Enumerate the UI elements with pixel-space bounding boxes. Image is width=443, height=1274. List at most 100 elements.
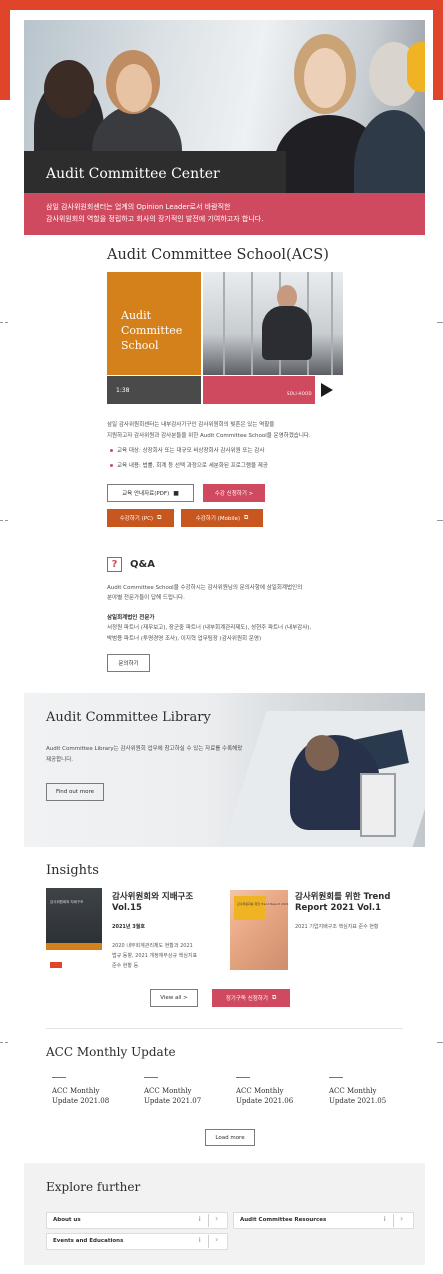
acc-item-line: Update 2021.08	[52, 1097, 110, 1105]
chevron-right-icon[interactable]: ›	[400, 1214, 403, 1223]
insight-2-title[interactable]: 감사위원회를 위한 Trend	[295, 890, 390, 902]
accent-line	[52, 1077, 66, 1078]
guide-pdf-label: 교육 안내자료(PDF)	[122, 491, 170, 497]
bullet-icon	[110, 464, 113, 467]
library-description: Audit Committee Library는 감사위원회 업무에 참고하실 …	[46, 746, 243, 752]
film-icon: ■	[173, 489, 179, 497]
hero-badge	[407, 42, 425, 92]
find-out-more-button[interactable]: Find out more	[46, 783, 104, 801]
library-description: 제공합니다.	[46, 757, 74, 763]
external-link-icon: ⧉	[271, 994, 277, 1001]
library-person-head	[305, 735, 339, 771]
acs-title: Audit Committee School(ACS)	[107, 247, 329, 263]
row-separator	[208, 1214, 209, 1227]
row-separator	[393, 1214, 394, 1227]
take-course-mobile-label: 수강하기 (Mobile)	[195, 516, 241, 522]
qa-title: Q&A	[130, 559, 155, 570]
bullet-icon	[110, 449, 113, 452]
accent-line	[329, 1077, 343, 1078]
acc-item-line: ACC Monthly	[329, 1087, 377, 1095]
guide-pdf-button[interactable]: 교육 안내자료(PDF) ■	[107, 484, 194, 502]
acc-monthly-item[interactable]: ACC Monthly Update 2021.07	[144, 1086, 201, 1106]
external-link-icon: ⧉	[244, 514, 249, 521]
insights-title: Insights	[46, 863, 99, 878]
insight-cover-2-label: 감사위원회를 위한 Trend Report 2021	[237, 902, 289, 906]
qa-experts-title: 삼일회계법인 전문가	[107, 615, 155, 621]
library-title: Audit Committee Library	[46, 710, 211, 725]
hero-band-text: 삼일 감사위원회센터는 업계의 Opinion Leader로서 바람직한	[46, 203, 231, 211]
hero-person-face	[116, 64, 152, 112]
accent-line	[144, 1077, 158, 1078]
acc-item-line: ACC Monthly	[144, 1087, 192, 1095]
acs-video-label: SOLI-HOOD	[287, 391, 312, 396]
apply-course-button[interactable]: 수강 신청하기 >	[203, 484, 265, 502]
acc-monthly-item[interactable]: ACC Monthly Update 2021.06	[236, 1086, 293, 1106]
insight-2-title[interactable]: Report 2021 Vol.1	[295, 903, 381, 913]
take-course-pc-button[interactable]: 수강하기 (PC) ⧉	[107, 509, 174, 527]
take-course-pc-label: 수강하기 (PC)	[119, 516, 154, 522]
acc-item-line: ACC Monthly	[52, 1087, 100, 1095]
qa-experts: 박범용 파트너 (투명경영 조사), 이지혁 업무팀장 (감사위원회 운영)	[107, 636, 262, 642]
insight-cover-2-panel	[234, 896, 266, 920]
hero-band-text: 감사위원회의 역할을 정립하고 회사의 장기적인 발전에 기여하고자 합니다.	[46, 215, 264, 223]
inquiry-label: 문의하기	[118, 661, 139, 667]
acc-item-line: ACC Monthly	[236, 1087, 284, 1095]
info-icon[interactable]: i	[384, 1216, 386, 1223]
accent-line	[236, 1077, 250, 1078]
insight-cover-1-label: 감사위원회와 지배구조	[50, 900, 84, 904]
subscribe-button[interactable]: 정기구독 신청하기 ⧉	[212, 989, 290, 1007]
view-all-button[interactable]: View all >	[150, 989, 198, 1007]
row-separator	[208, 1235, 209, 1248]
play-icon[interactable]	[321, 383, 333, 397]
acs-tile-text: Committee	[121, 324, 183, 337]
side-guide	[437, 322, 443, 323]
acc-monthly-item[interactable]: ACC Monthly Update 2021.08	[52, 1086, 109, 1106]
inquiry-button[interactable]: 문의하기	[107, 654, 150, 672]
insight-1-title[interactable]: Vol.15	[112, 903, 142, 913]
pwc-logo	[50, 962, 62, 968]
acc-monthly-title: ACC Monthly Update	[46, 1045, 176, 1059]
acs-description: 지원하고자 감사위원과 감사분들을 위한 Audit Committee Sch…	[107, 433, 311, 439]
acs-video-band	[203, 376, 315, 404]
side-guide	[0, 322, 8, 323]
side-guide	[437, 1042, 443, 1043]
chevron-right-icon[interactable]: ›	[215, 1214, 218, 1223]
take-course-mobile-button[interactable]: 수강하기 (Mobile) ⧉	[181, 509, 263, 527]
question-icon: ?	[107, 557, 122, 572]
load-more-button[interactable]: Load more	[205, 1129, 255, 1146]
acc-monthly-item[interactable]: ACC Monthly Update 2021.05	[329, 1086, 386, 1106]
insight-1-description: 법규 동향, 2021 개정재무상규 핵심지표	[112, 953, 198, 959]
video-time: 1:38	[116, 387, 130, 394]
qa-intro: 분야별 전문가들이 답해 드립니다.	[107, 595, 185, 601]
explore-title: Explore further	[46, 1180, 141, 1194]
insight-1-title[interactable]: 감사위원회와 지배구조	[112, 890, 193, 902]
hero-person-face	[304, 48, 346, 108]
acs-tile-text: Audit	[121, 309, 152, 322]
insight-1-description: 2020 내부회계관리제도 현황과 2021	[112, 943, 193, 949]
hero-person-head	[44, 60, 94, 118]
apply-course-label: 수강 신청하기 >	[214, 491, 254, 497]
acc-item-line: Update 2021.06	[236, 1097, 294, 1105]
acs-description: 삼일 감사위원회센터는 내부감사기구인 감사위원회의 빛흔은 있는 역할을	[107, 422, 275, 428]
acs-presenter	[262, 306, 312, 360]
insight-1-date: 2021년 3월호	[112, 924, 145, 930]
explore-label: About us	[53, 1217, 81, 1223]
external-link-icon: ⧉	[157, 514, 162, 521]
hero-title: Audit Committee Center	[46, 166, 220, 182]
side-guide	[437, 520, 443, 521]
info-icon[interactable]: i	[199, 1216, 201, 1223]
subscribe-label: 정기구독 신청하기	[225, 996, 268, 1002]
side-guide	[0, 520, 8, 521]
qa-experts: 서정원 파트너 (재무보고), 장군중 파트너 (내부회계관리제도), 성현주 …	[107, 625, 312, 631]
acc-item-line: Update 2021.07	[144, 1097, 202, 1105]
library-document	[360, 773, 396, 837]
section-divider	[46, 1028, 403, 1029]
acs-bullet: 교육 내용: 법률, 회계 등 선택 과정으로 세분화된 프로그램을 제공	[117, 463, 268, 469]
info-icon[interactable]: i	[199, 1237, 201, 1244]
insight-cover-1[interactable]	[46, 888, 102, 950]
acs-bullet: 교육 대상: 상장회사 또는 대규모 비상장회사 감사위원 또는 감사	[117, 448, 265, 454]
side-guide	[0, 1042, 8, 1043]
chevron-right-icon[interactable]: ›	[215, 1235, 218, 1244]
explore-label: Events and Educations	[53, 1238, 124, 1244]
view-all-label: View all >	[160, 995, 188, 1001]
